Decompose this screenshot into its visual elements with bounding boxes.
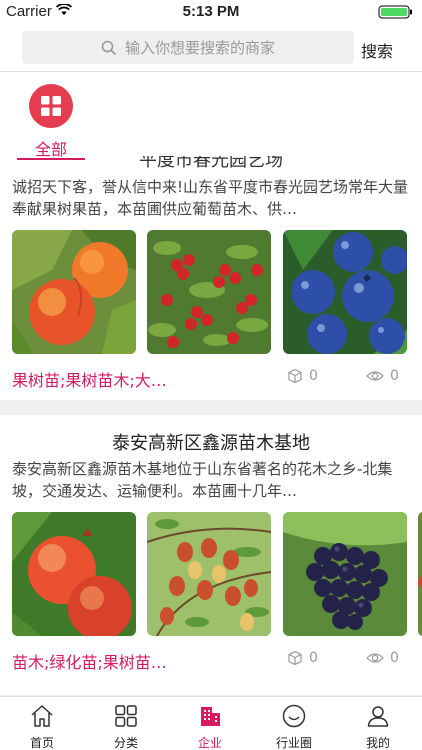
tab-industry-circle[interactable]: 行业圈 bbox=[252, 697, 336, 750]
building-icon bbox=[201, 707, 220, 726]
tab-label: 我的 bbox=[365, 736, 390, 750]
cube-icon bbox=[288, 368, 302, 384]
battery-icon bbox=[378, 5, 412, 19]
likes-stat[interactable]: 0 bbox=[366, 650, 399, 666]
search-placeholder: 输入你想要搜索的商家 bbox=[124, 39, 275, 57]
category-filter-all[interactable]: 全部 bbox=[0, 72, 100, 160]
clock: 5:13 PM bbox=[182, 3, 240, 20]
tab-label: 首页 bbox=[29, 736, 54, 750]
tab-label: 行业圈 bbox=[275, 736, 312, 750]
smile-icon bbox=[282, 704, 306, 728]
grid-icon bbox=[29, 84, 73, 128]
grid-icon bbox=[115, 705, 137, 727]
product-thumb-grape[interactable] bbox=[283, 512, 407, 636]
company-description: 泰安高新区鑫源苗木基地位于山东省著名的花木之乡-北集坡，交通发达、运输便利。本苗… bbox=[12, 460, 393, 500]
tab-mine[interactable]: 我的 bbox=[336, 697, 420, 750]
tab-category[interactable]: 分类 bbox=[84, 697, 168, 750]
company-title: 泰安高新区鑫源苗木基地 bbox=[112, 433, 310, 454]
eye-icon bbox=[366, 371, 384, 381]
product-thumb-peach[interactable] bbox=[12, 230, 136, 354]
likes-stat[interactable]: 0 bbox=[366, 368, 399, 384]
eye-icon bbox=[366, 653, 384, 663]
product-thumb-jujube[interactable] bbox=[147, 512, 271, 636]
tab-home[interactable]: 首页 bbox=[0, 697, 84, 750]
views-stat[interactable]: 0 bbox=[287, 368, 318, 384]
search-bar: 输入你想要搜索的商家 搜索 bbox=[0, 24, 422, 72]
tab-label: 企业 bbox=[197, 736, 222, 750]
home-icon bbox=[31, 705, 53, 727]
status-bar: Carrier 5:13 PM bbox=[0, 0, 422, 24]
views-count: 0 bbox=[309, 650, 318, 666]
likes-count: 0 bbox=[390, 368, 399, 384]
cube-icon bbox=[288, 650, 302, 666]
category-underline bbox=[17, 158, 85, 160]
search-input[interactable]: 输入你想要搜索的商家 bbox=[22, 31, 354, 64]
search-button[interactable]: 搜索 bbox=[361, 38, 393, 62]
search-icon bbox=[101, 40, 117, 55]
company-description: 诚招天下客，誉从信中来!山东省平度市春光园艺场常年大量奉献果树果苗，本苗圃供应葡… bbox=[12, 178, 409, 218]
likes-count: 0 bbox=[390, 650, 399, 666]
product-thumb-pomegranate[interactable] bbox=[12, 512, 136, 636]
tab-label: 分类 bbox=[113, 736, 138, 750]
company-list: 平度市春光园艺场 诚招天下客，誉从信中来!山东省平度市春光园艺场常年大量奉献果树… bbox=[0, 72, 422, 696]
company-card[interactable]: 泰安高新区鑫源苗木基地 泰安高新区鑫源苗木基地位于山东省著名的花木之乡-北集坡，… bbox=[0, 415, 422, 695]
company-tags: 果树苗;果树苗木;大… bbox=[12, 371, 167, 390]
company-card[interactable]: 平度市春光园艺场 诚招天下客，誉从信中来!山东省平度市春光园艺场常年大量奉献果树… bbox=[0, 72, 422, 400]
product-thumb-hawthorn[interactable] bbox=[147, 230, 271, 354]
views-stat[interactable]: 0 bbox=[287, 650, 318, 666]
category-label: 全部 bbox=[34, 140, 67, 159]
company-tags: 苗木;绿化苗;果树苗… bbox=[12, 653, 167, 672]
product-thumb-more[interactable] bbox=[418, 512, 422, 636]
product-thumb-blueberry[interactable] bbox=[283, 230, 407, 354]
views-count: 0 bbox=[309, 368, 318, 384]
tab-bar: 首页 分类 企业 行业圈 我的 bbox=[0, 696, 422, 750]
tab-company[interactable]: 企业 bbox=[168, 697, 252, 750]
user-icon bbox=[367, 706, 389, 727]
